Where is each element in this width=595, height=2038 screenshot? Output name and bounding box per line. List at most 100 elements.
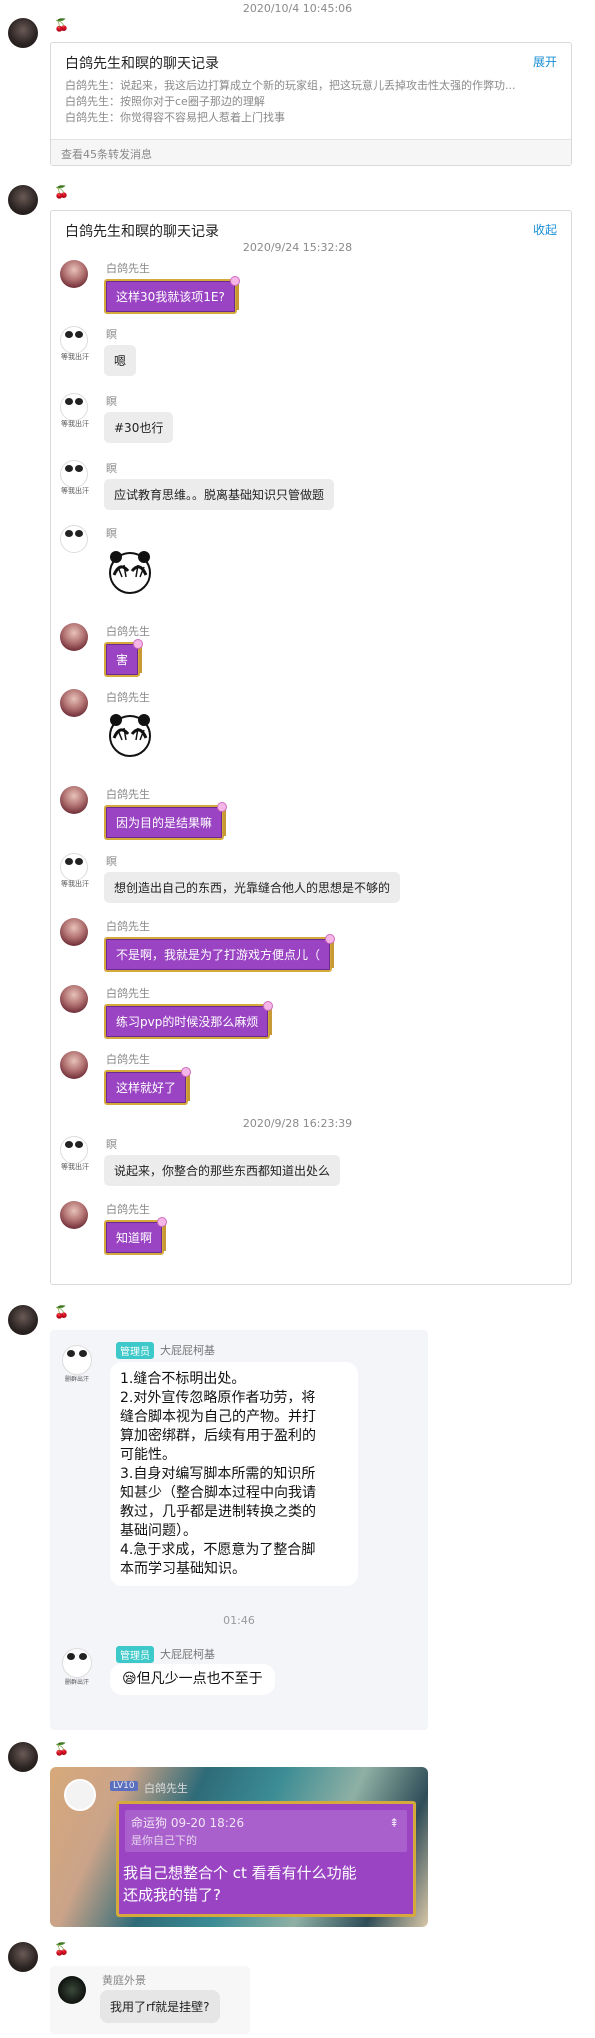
message-line: 基础问题）。: [120, 1523, 197, 1539]
avatar-caption: 等我出汗: [61, 880, 89, 888]
small-screenshot[interactable]: 黄庭外景 我用了rf就是挂壁?: [50, 1966, 250, 2034]
message-line: 教过，几乎都是进制转换之类的: [120, 1504, 316, 1520]
quote-sub: 是你自己下的: [131, 1834, 197, 1847]
message-bubble: 说起来，你整合的那些东西都知道出处么: [104, 1155, 341, 1186]
sender-name: 白鸽先生: [106, 691, 150, 704]
sender-name: 瞑: [106, 527, 117, 540]
message-line: 1.缝合不标明出处。: [120, 1371, 246, 1387]
message-bubble: 不是啊，我就是为了打游戏方便点儿（: [104, 934, 336, 972]
sender-name: 白鸽先生: [106, 1053, 150, 1066]
forward-preview-line: 白鸽先生：你觉得容不容易把人惹着上门找事: [65, 111, 285, 124]
cover-face-sticker: [109, 551, 151, 594]
message-line: 4.急于求成，不愿意为了整合脚: [120, 1542, 316, 1558]
sender-avatar[interactable]: [8, 1305, 38, 1335]
message-bubble: 因为目的是结果嘛: [104, 802, 228, 840]
avatar-caption: 等我出汗: [61, 353, 89, 361]
forward-preview-line: 白鸽先生：按照你对于ce圈子那边的理解: [65, 95, 265, 108]
user-name: 黄庭外景: [102, 1974, 146, 1987]
timestamp: 2020/10/4 10:45:06: [242, 2, 353, 15]
sender-name: 白鸽先生: [106, 625, 150, 638]
sender-name: 白鸽先生: [106, 262, 150, 275]
forwarded-record-card[interactable]: 白鸽先生和瞑的聊天记录 展开 白鸽先生：说起来，我这后边打算成立个新的玩家组，把…: [50, 42, 572, 166]
message-text: 还成我的错了?: [123, 1886, 221, 1904]
avatar-caption: 等我出汗: [61, 1163, 89, 1171]
message-bubble: #30也行: [104, 412, 174, 443]
avatar-ming[interactable]: [60, 1136, 88, 1164]
message-bubble: 应试教育思维。。脱离基础知识只管做题: [104, 479, 335, 510]
collapse-button[interactable]: 收起: [533, 221, 557, 238]
message-line: 知甚少（整合脚本过程中向我请: [120, 1485, 316, 1501]
member-name: 大屁屁柯基: [160, 1344, 215, 1357]
sender-name: 白鸽先生: [106, 788, 150, 801]
avatar-ming[interactable]: [60, 393, 88, 421]
member-avatar: [62, 1345, 92, 1375]
sender-name: 白鸽先生: [106, 987, 150, 1000]
message-line: 3.自身对编写脚本所需的知识所: [120, 1466, 316, 1482]
message-bubble: 知道啊: [104, 1217, 168, 1255]
message-bubble: 想创造出自己的东西，光靠缝合他人的思想是不够的: [104, 872, 401, 903]
sleepy-emoji-icon: 😪: [122, 1671, 137, 1687]
view-forwarded-link[interactable]: 查看45条转发消息: [51, 139, 571, 165]
quote-head: 命运狗 09-20 18:26: [131, 1816, 245, 1830]
user-avatar: [64, 1779, 96, 1811]
message-line: 算加密绑群，后续有用于盈利的: [120, 1428, 316, 1444]
sender-name-icon: 🍒: [54, 1305, 69, 1319]
avatar-baige[interactable]: [60, 985, 88, 1013]
level-badge: LV10: [110, 1781, 138, 1791]
sender-name-icon: 🍒: [54, 1742, 69, 1756]
avatar-ming[interactable]: [60, 853, 88, 881]
purple-message-bubble: 命运狗 09-20 18:26 是你自己下的 ⇞ 我自己想整合个 ct 看看有什…: [116, 1801, 416, 1917]
avatar-ming[interactable]: [60, 326, 88, 354]
record-timestamp: 2020/9/28 16:23:39: [242, 1117, 353, 1130]
forward-preview-line: 白鸽先生：说起来，我这后边打算成立个新的玩家组，把这玩意儿丢掉攻击性太强的作弊功…: [65, 79, 516, 92]
admin-badge: 管理员: [116, 1342, 154, 1359]
expand-button[interactable]: 展开: [533, 53, 557, 70]
sender-name: 瞑: [106, 328, 117, 341]
avatar-baige[interactable]: [60, 689, 88, 717]
user-avatar: [58, 1976, 86, 2004]
pin-icon: ⇞: [388, 1816, 399, 1830]
cover-face-sticker: [109, 714, 151, 757]
chat-time: 01:46: [223, 1614, 255, 1627]
long-message-bubble: 1.缝合不标明出处。 2.对外宣传忽略原作者功劳，将 缝合脚本视为自己的产物。并…: [110, 1362, 358, 1586]
message-bubble: 这样就好了: [104, 1067, 192, 1105]
group-chat-screenshot[interactable]: 删群出汗 管理员 大屁屁柯基 1.缝合不标明出处。 2.对外宣传忽略原作者功劳，…: [50, 1330, 428, 1730]
admin-badge: 管理员: [116, 1646, 154, 1663]
sender-name-icon: 🍒: [54, 18, 69, 32]
quote-block: 命运狗 09-20 18:26 是你自己下的 ⇞: [125, 1810, 407, 1852]
sender-name: 瞑: [106, 395, 117, 408]
sender-avatar[interactable]: [8, 1942, 38, 1972]
avatar-baige[interactable]: [60, 623, 88, 651]
member-name: 大屁屁柯基: [160, 1648, 215, 1661]
avatar-baige[interactable]: [60, 786, 88, 814]
forward-title: 白鸽先生和瞑的聊天记录: [65, 224, 219, 240]
sender-name: 白鸽先生: [106, 920, 150, 933]
screenshot-image[interactable]: LV10 白鸽先生 命运狗 09-20 18:26 是你自己下的 ⇞ 我自己想整…: [50, 1767, 428, 1927]
avatar-ming[interactable]: [60, 525, 88, 553]
sender-name: 白鸽先生: [106, 1203, 150, 1216]
sender-avatar[interactable]: [8, 18, 38, 48]
member-avatar: [62, 1648, 92, 1678]
message-bubble: 这样30我就该项1E?: [104, 276, 240, 314]
avatar-caption: 删群出汗: [64, 1376, 89, 1383]
avatar-ming[interactable]: [60, 460, 88, 488]
sender-name-icon: 🍒: [54, 185, 69, 199]
sender-avatar[interactable]: [8, 1742, 38, 1772]
view-forwarded-label: 查看45条转发消息: [61, 148, 152, 161]
record-timestamp: 2020/9/24 15:32:28: [242, 241, 353, 254]
user-name: 白鸽先生: [144, 1782, 188, 1795]
avatar-baige[interactable]: [60, 260, 88, 288]
message-bubble: 嗯: [104, 345, 137, 376]
sender-avatar[interactable]: [8, 185, 38, 215]
avatar-baige[interactable]: [60, 1201, 88, 1229]
message-text: 我自己想整合个 ct 看看有什么功能: [123, 1864, 357, 1882]
reply-bubble: 😪但凡少一点也不至于: [110, 1664, 275, 1695]
message-line: 2.对外宣传忽略原作者功劳，将: [120, 1390, 316, 1406]
sender-name: 瞑: [106, 855, 117, 868]
message-bubble: 我用了rf就是挂壁?: [100, 1990, 220, 2023]
sender-name-icon: 🍒: [54, 1942, 69, 1956]
message-line: 本而学习基础知识。: [120, 1561, 246, 1577]
avatar-caption: 删群出汗: [64, 1679, 89, 1686]
avatar-baige[interactable]: [60, 1051, 88, 1079]
avatar-baige[interactable]: [60, 918, 88, 946]
